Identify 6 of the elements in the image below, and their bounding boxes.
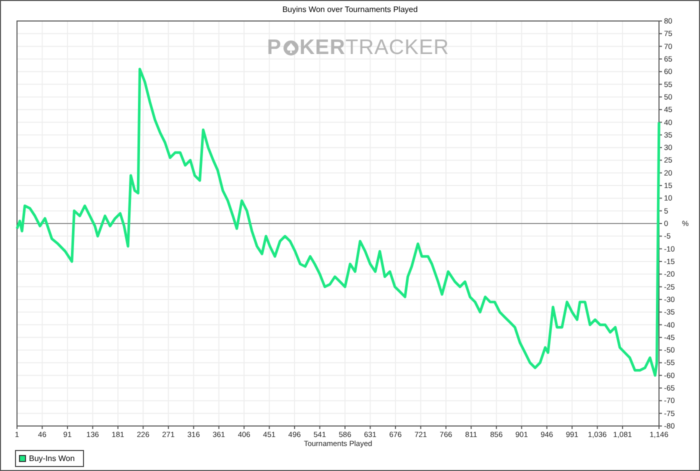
logo-text: P	[267, 36, 282, 60]
logo-text: TRACKER	[345, 36, 450, 60]
legend-label: Buy-Ins Won	[29, 454, 75, 463]
chip-icon	[282, 40, 299, 56]
chart-title: Buyins Won over Tournaments Played	[282, 4, 418, 14]
logo-text: KER	[300, 36, 346, 60]
